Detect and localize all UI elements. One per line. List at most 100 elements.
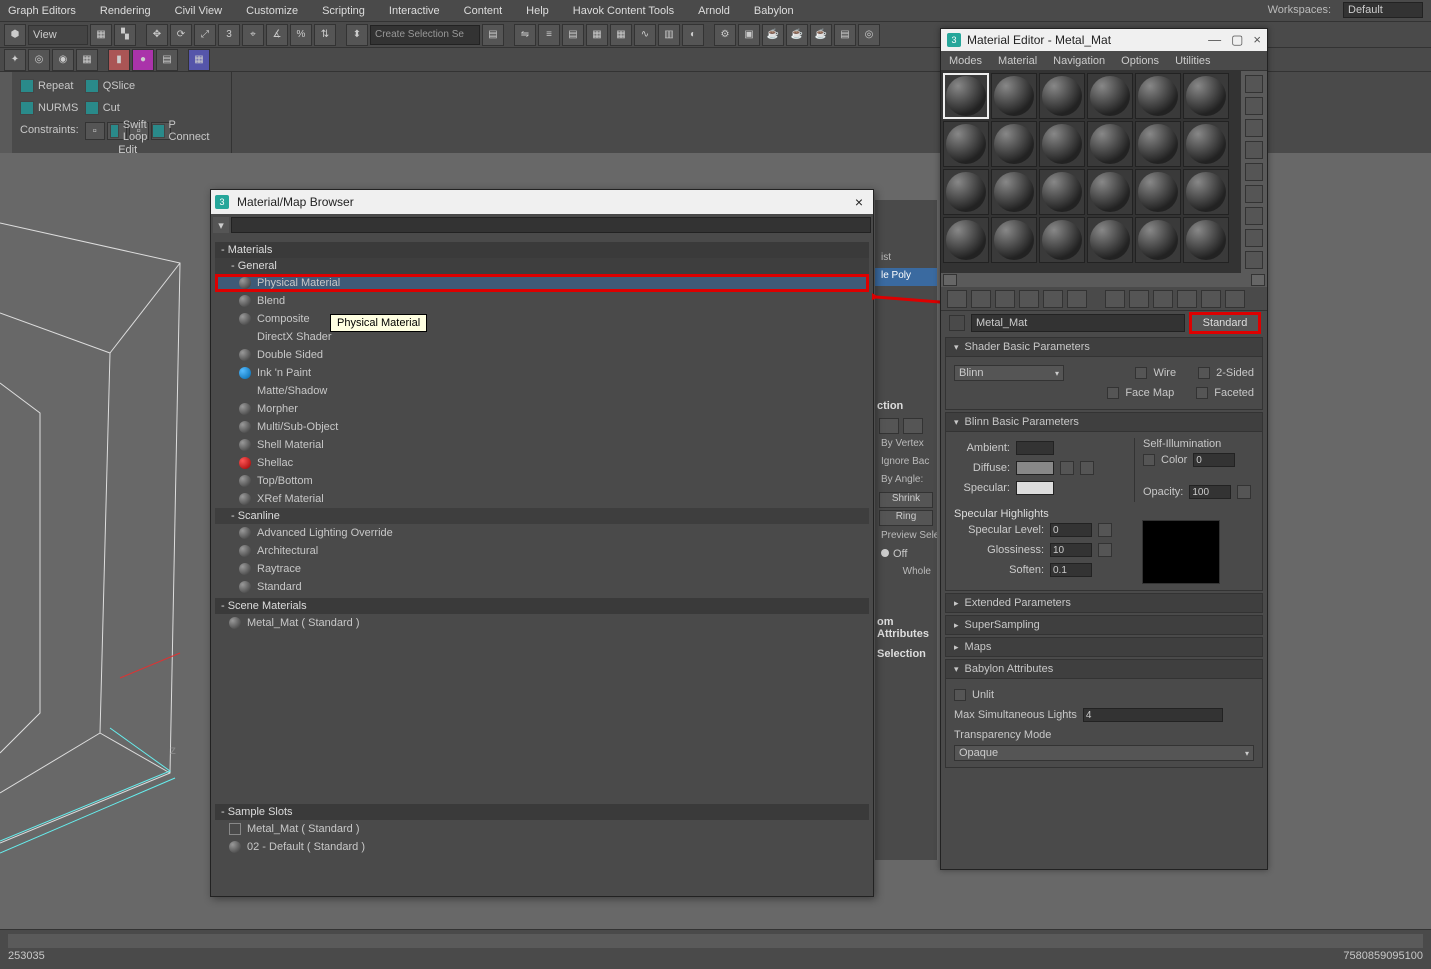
specular-level-spinner[interactable]: 0 [1050, 523, 1092, 537]
mat-id-channel-button[interactable] [1245, 251, 1263, 269]
menu-interactive[interactable]: Interactive [389, 5, 440, 17]
make-material-copy-button[interactable] [1043, 290, 1063, 308]
transparency-mode-dropdown[interactable]: Opaque [954, 745, 1254, 761]
mapbrowser-close-button[interactable]: × [849, 194, 869, 210]
options-button[interactable] [1245, 207, 1263, 225]
material-double-sided[interactable]: Double Sided [215, 346, 869, 364]
menu-havok[interactable]: Havok Content Tools [573, 5, 674, 17]
mapbrowser-search-input[interactable] [231, 217, 871, 233]
video-check-button[interactable] [1245, 163, 1263, 181]
tb-7[interactable]: ⬍ [346, 24, 368, 46]
sample-slot-3[interactable] [1039, 73, 1085, 119]
sample-slot-24[interactable] [1183, 217, 1229, 263]
background-button[interactable] [1245, 119, 1263, 137]
wire-check[interactable] [1135, 367, 1147, 379]
slot-metal-mat[interactable]: Metal_Mat ( Standard ) [215, 820, 869, 838]
opacity-map-button[interactable] [1237, 485, 1251, 499]
tb-mirror-icon[interactable]: ⇋ [514, 24, 536, 46]
view-dropdown[interactable]: View [28, 25, 88, 45]
material-physical-material[interactable]: Physical Material [215, 274, 869, 292]
tb-scale-icon[interactable]: ⤢ [194, 24, 216, 46]
section-sample-slots[interactable]: - Sample Slots [215, 804, 869, 820]
shrink-button[interactable]: Shrink [879, 492, 933, 508]
material-ink-n-paint[interactable]: Ink 'n Paint [215, 364, 869, 382]
rollout-shader-basic[interactable]: ▾Shader Basic Parameters [945, 337, 1263, 357]
material-type-button[interactable]: Standard [1191, 314, 1259, 332]
preview-off-radio[interactable]: Off [893, 548, 907, 560]
menu-content[interactable]: Content [464, 5, 503, 17]
sample-slot-16[interactable] [1087, 169, 1133, 215]
mateditor-titlebar[interactable]: 3 Material Editor - Metal_Mat — ▢ × [941, 29, 1267, 51]
section-materials[interactable]: - Materials [215, 242, 869, 258]
sample-slot-21[interactable] [1039, 217, 1085, 263]
select-by-mat-button[interactable] [1245, 229, 1263, 247]
menu-graph-editors[interactable]: Graph Editors [8, 5, 76, 17]
tb2-3[interactable]: ◉ [52, 49, 74, 71]
menu-babylon[interactable]: Babylon [754, 5, 794, 17]
tb-teapot2-icon[interactable]: ☕ [786, 24, 808, 46]
rollout-babylon-attributes[interactable]: ▾Babylon Attributes [945, 659, 1263, 679]
tb-render-frame-icon[interactable]: ▣ [738, 24, 760, 46]
rollout-maps[interactable]: ▸Maps [945, 637, 1263, 657]
make-unique-button[interactable] [1067, 290, 1087, 308]
sample-uv-button[interactable] [1245, 141, 1263, 159]
material-top-bottom[interactable]: Top/Bottom [215, 472, 869, 490]
reset-map-button[interactable] [1019, 290, 1039, 308]
editable-poly-item[interactable]: le Poly [875, 268, 937, 286]
sample-slot-7[interactable] [943, 121, 989, 167]
mateditor-minimize-button[interactable]: — [1208, 32, 1221, 48]
custom-attributes-hdr[interactable]: om Attributes [875, 612, 937, 644]
opacity-spinner[interactable]: 100 [1189, 485, 1231, 499]
glossiness-spinner[interactable]: 10 [1050, 543, 1092, 557]
scene-material-metal-mat[interactable]: Metal_Mat ( Standard ) [215, 614, 869, 632]
tb-render-setup-icon[interactable]: ⚙ [714, 24, 736, 46]
sample-slot-4[interactable] [1087, 73, 1133, 119]
sample-slot-2[interactable] [991, 73, 1037, 119]
tb-rotate-icon[interactable]: ⟳ [170, 24, 192, 46]
gloss-map-button[interactable] [1098, 543, 1112, 557]
tb-percentsnap-icon[interactable]: % [290, 24, 312, 46]
sample-slot-9[interactable] [1039, 121, 1085, 167]
tb-move-icon[interactable]: ✥ [146, 24, 168, 46]
selection-set-dropdown[interactable]: Create Selection Se [370, 25, 480, 45]
me-menu-modes[interactable]: Modes [949, 55, 982, 67]
tb-schematic-icon[interactable]: ▥ [658, 24, 680, 46]
constraint-btn-1[interactable]: ▫ [85, 122, 105, 140]
ambient-swatch[interactable] [1016, 441, 1054, 455]
tb-teapot-icon[interactable]: ☕ [762, 24, 784, 46]
tb-3-icon[interactable]: 3 [218, 24, 240, 46]
material-morpher[interactable]: Morpher [215, 400, 869, 418]
by-angle-check[interactable]: By Angle: [875, 472, 937, 490]
tb2-7[interactable]: ▤ [156, 49, 178, 71]
tb2-1[interactable]: ✦ [4, 49, 26, 71]
material-advanced-lighting-override[interactable]: Advanced Lighting Override [215, 524, 869, 542]
sample-slot-1[interactable] [943, 73, 989, 119]
faceted-check[interactable] [1196, 387, 1208, 399]
selfil-spinner[interactable]: 0 [1193, 453, 1235, 467]
menu-rendering[interactable]: Rendering [100, 5, 151, 17]
material-standard[interactable]: Standard [215, 578, 869, 596]
diffuse-swatch[interactable] [1016, 461, 1054, 475]
me-menu-material[interactable]: Material [998, 55, 1037, 67]
pick-material-button[interactable] [949, 315, 965, 331]
mateditor-maximize-button[interactable]: ▢ [1231, 32, 1243, 48]
tb-btn-1[interactable]: ▦ [90, 24, 112, 46]
tb-8[interactable]: ▤ [482, 24, 504, 46]
tb-align-icon[interactable]: ≡ [538, 24, 560, 46]
ribbon-nurms-button[interactable]: NURMS [20, 98, 79, 118]
sample-slot-23[interactable] [1135, 217, 1181, 263]
menu-scripting[interactable]: Scripting [322, 5, 365, 17]
subobj-vertex-icon[interactable] [879, 418, 899, 434]
menu-civil-view[interactable]: Civil View [175, 5, 222, 17]
sample-slot-18[interactable] [1183, 169, 1229, 215]
slot-02-default[interactable]: 02 - Default ( Standard ) [215, 838, 869, 856]
sample-slot-20[interactable] [991, 217, 1037, 263]
unlit-check[interactable] [954, 689, 966, 701]
go-parent-button[interactable] [1201, 290, 1221, 308]
shader-type-dropdown[interactable]: Blinn [954, 365, 1064, 381]
tb-anglesnap-icon[interactable]: ∡ [266, 24, 288, 46]
tb2-8[interactable]: ▦ [188, 49, 210, 71]
speclevel-map-button[interactable] [1098, 523, 1112, 537]
material-multi-sub-object[interactable]: Multi/Sub-Object [215, 418, 869, 436]
tb-snap-icon[interactable]: ⌖ [242, 24, 264, 46]
